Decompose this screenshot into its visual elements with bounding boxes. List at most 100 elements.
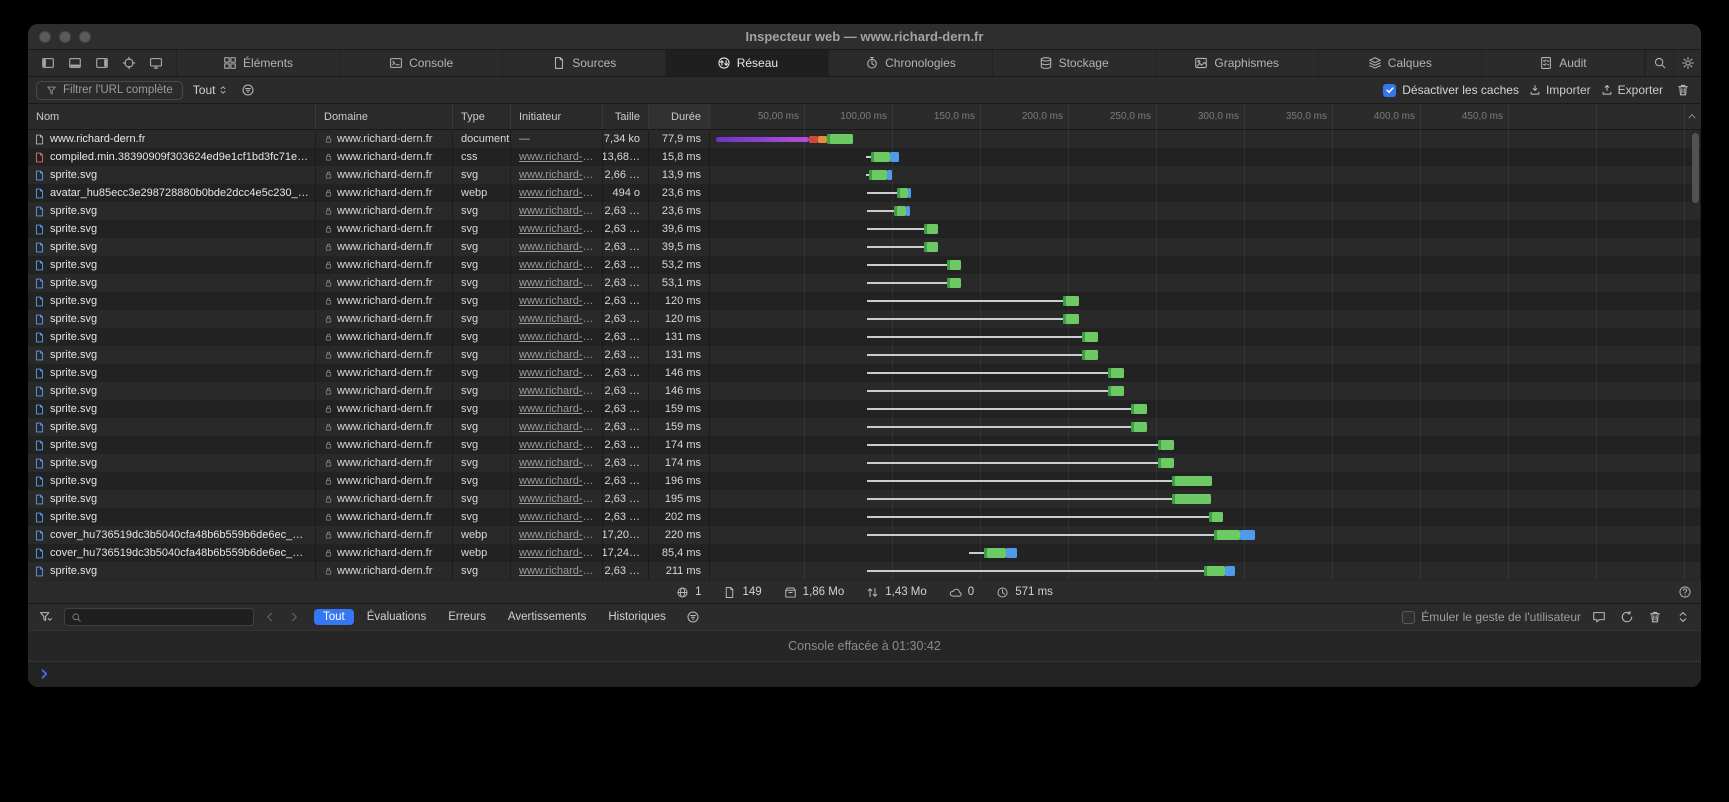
network-request-row[interactable]: sprite.svgwww.richard-dern.frsvgwww.rich…: [28, 256, 1701, 274]
clear-network-items-button[interactable]: [1673, 83, 1693, 97]
tab-timelines[interactable]: Chronologies: [829, 50, 992, 76]
clear-console-button[interactable]: [1617, 610, 1637, 624]
network-request-row[interactable]: sprite.svgwww.richard-dern.frsvgwww.rich…: [28, 292, 1701, 310]
console-scope-tout[interactable]: Tout: [314, 609, 354, 625]
resize-console-button[interactable]: [1673, 610, 1693, 624]
column-header-name[interactable]: Nom: [28, 104, 316, 129]
initiator-link[interactable]: www.richard-d…: [519, 529, 594, 541]
network-filter-options-button[interactable]: [238, 83, 258, 97]
url-filter-field[interactable]: Filtrer l'URL complète: [36, 81, 183, 100]
initiator-link[interactable]: www.richard-d…: [519, 313, 594, 325]
show-console-tab-button[interactable]: [1589, 610, 1609, 624]
resource-type-select[interactable]: Tout: [193, 83, 229, 97]
network-request-row[interactable]: sprite.svgwww.richard-dern.frsvgwww.rich…: [28, 310, 1701, 328]
network-request-row[interactable]: sprite.svgwww.richard-dern.frsvgwww.rich…: [28, 400, 1701, 418]
element-picker-icon[interactable]: [122, 56, 136, 70]
column-header-domain[interactable]: Domaine: [316, 104, 453, 129]
network-request-row[interactable]: sprite.svgwww.richard-dern.frsvgwww.rich…: [28, 418, 1701, 436]
initiator-link[interactable]: www.richard-d…: [519, 205, 594, 217]
vertical-scrollbar[interactable]: [1692, 133, 1699, 203]
column-header-duration[interactable]: Durée: [649, 104, 710, 129]
import-button[interactable]: Importer: [1529, 83, 1591, 97]
scroll-up-icon[interactable]: [1686, 110, 1698, 122]
help-button[interactable]: [1678, 585, 1692, 599]
device-settings-icon[interactable]: [149, 56, 163, 70]
settings-button[interactable]: [1673, 50, 1701, 76]
network-request-row[interactable]: avatar_hu85ecc3e298728880b0bde2dcc4e5c23…: [28, 184, 1701, 202]
initiator-link[interactable]: www.richard-d…: [519, 511, 594, 523]
network-request-row[interactable]: sprite.svgwww.richard-dern.frsvgwww.rich…: [28, 238, 1701, 256]
zoom-window-button[interactable]: [79, 31, 91, 43]
console-filter-menu-button[interactable]: [36, 610, 56, 624]
initiator-link[interactable]: www.richard-d…: [519, 151, 594, 163]
initiator-link[interactable]: www.richard-d…: [519, 223, 594, 235]
initiator-link[interactable]: www.richard-d…: [519, 367, 594, 379]
network-request-row[interactable]: sprite.svgwww.richard-dern.frsvgwww.rich…: [28, 382, 1701, 400]
tab-graphics[interactable]: Graphismes: [1156, 50, 1319, 76]
initiator-link[interactable]: www.richard-d…: [519, 547, 594, 559]
console-scope-erreurs[interactable]: Erreurs: [439, 609, 495, 625]
console-filter-options-button[interactable]: [683, 610, 703, 624]
network-request-row[interactable]: sprite.svgwww.richard-dern.frsvgwww.rich…: [28, 436, 1701, 454]
network-request-row[interactable]: www.richard-dern.frwww.richard-dern.frdo…: [28, 130, 1701, 148]
tab-layers[interactable]: Calques: [1319, 50, 1482, 76]
initiator-link[interactable]: www.richard-d…: [519, 565, 594, 577]
network-request-row[interactable]: compiled.min.38390909f303624ed9e1cf1bd3f…: [28, 148, 1701, 166]
initiator-link[interactable]: www.richard-d…: [519, 457, 594, 469]
tab-storage[interactable]: Stockage: [993, 50, 1156, 76]
dock-right-icon[interactable]: [95, 56, 109, 70]
network-request-row[interactable]: sprite.svgwww.richard-dern.frsvgwww.rich…: [28, 364, 1701, 382]
console-scope-historiques[interactable]: Historiques: [599, 609, 675, 625]
tab-elements[interactable]: Éléments: [177, 50, 340, 76]
network-request-row[interactable]: sprite.svgwww.richard-dern.frsvgwww.rich…: [28, 328, 1701, 346]
network-request-row[interactable]: sprite.svgwww.richard-dern.frsvgwww.rich…: [28, 508, 1701, 526]
navigate-back-button[interactable]: [262, 611, 278, 623]
initiator-link[interactable]: www.richard-d…: [519, 295, 594, 307]
title-bar[interactable]: Inspecteur web — www.richard-dern.fr: [28, 24, 1701, 50]
trash-console-button[interactable]: [1645, 610, 1665, 624]
dock-bottom-icon[interactable]: [68, 56, 82, 70]
close-window-button[interactable]: [39, 31, 51, 43]
network-request-row[interactable]: sprite.svgwww.richard-dern.frsvgwww.rich…: [28, 220, 1701, 238]
tab-audit[interactable]: Audit: [1482, 50, 1645, 76]
network-request-row[interactable]: sprite.svgwww.richard-dern.frsvgwww.rich…: [28, 166, 1701, 184]
initiator-link[interactable]: www.richard-d…: [519, 187, 594, 199]
tab-console[interactable]: Console: [340, 50, 503, 76]
initiator-link[interactable]: www.richard-d…: [519, 385, 594, 397]
initiator-link[interactable]: www.richard-d…: [519, 331, 594, 343]
tab-sources[interactable]: Sources: [503, 50, 666, 76]
tab-network[interactable]: Réseau: [666, 50, 829, 76]
console-prompt[interactable]: [28, 662, 1701, 687]
emulate-user-gesture-checkbox[interactable]: Émuler le geste de l'utilisateur: [1402, 610, 1581, 624]
network-request-row[interactable]: sprite.svgwww.richard-dern.frsvgwww.rich…: [28, 454, 1701, 472]
initiator-link[interactable]: www.richard-d…: [519, 169, 594, 181]
navigate-forward-button[interactable]: [286, 611, 302, 623]
initiator-link[interactable]: www.richard-d…: [519, 259, 594, 271]
console-scope-avertissements[interactable]: Avertissements: [499, 609, 595, 625]
console-scope-evaluations[interactable]: Évaluations: [358, 609, 435, 625]
search-button[interactable]: [1645, 50, 1673, 76]
network-request-row[interactable]: sprite.svgwww.richard-dern.frsvgwww.rich…: [28, 274, 1701, 292]
network-request-row[interactable]: sprite.svgwww.richard-dern.frsvgwww.rich…: [28, 202, 1701, 220]
dock-left-icon[interactable]: [41, 56, 55, 70]
column-header-initiator[interactable]: Initiateur: [511, 104, 603, 129]
initiator-link[interactable]: www.richard-d…: [519, 241, 594, 253]
initiator-link[interactable]: www.richard-d…: [519, 493, 594, 505]
network-request-row[interactable]: cover_hu736519dc3b5040cfa48b6b559b6de6ec…: [28, 544, 1701, 562]
initiator-link[interactable]: www.richard-d…: [519, 421, 594, 433]
minimize-window-button[interactable]: [59, 31, 71, 43]
initiator-link[interactable]: www.richard-d…: [519, 475, 594, 487]
column-header-type[interactable]: Type: [453, 104, 511, 129]
column-header-size[interactable]: Taille: [603, 104, 649, 129]
disable-caches-checkbox[interactable]: Désactiver les caches: [1383, 83, 1519, 97]
export-button[interactable]: Exporter: [1601, 83, 1663, 97]
initiator-link[interactable]: www.richard-d…: [519, 277, 594, 289]
initiator-link[interactable]: www.richard-d…: [519, 439, 594, 451]
initiator-link[interactable]: www.richard-d…: [519, 403, 594, 415]
network-request-row[interactable]: sprite.svgwww.richard-dern.frsvgwww.rich…: [28, 490, 1701, 508]
console-search-field[interactable]: [64, 608, 254, 626]
network-request-row[interactable]: sprite.svgwww.richard-dern.frsvgwww.rich…: [28, 346, 1701, 364]
initiator-link[interactable]: www.richard-d…: [519, 349, 594, 361]
network-request-row[interactable]: sprite.svgwww.richard-dern.frsvgwww.rich…: [28, 472, 1701, 490]
network-request-row[interactable]: sprite.svgwww.richard-dern.frsvgwww.rich…: [28, 562, 1701, 580]
